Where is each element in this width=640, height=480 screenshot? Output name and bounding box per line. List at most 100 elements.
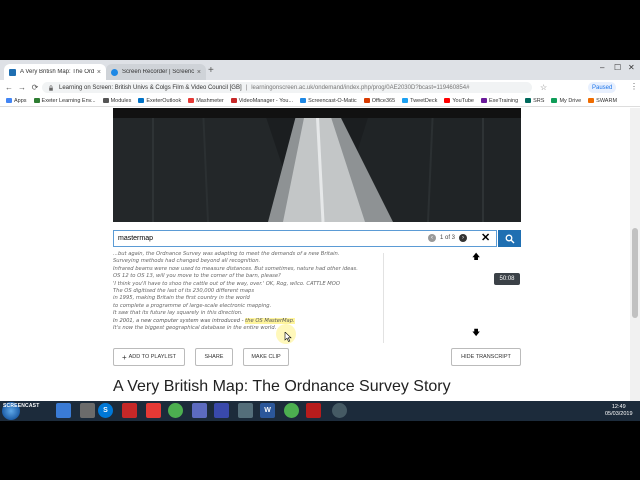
- bookmark-item[interactable]: YouTube: [444, 98, 474, 104]
- bookmark-label: ExeTraining: [488, 97, 519, 104]
- add-to-playlist-button[interactable]: + ADD TO PLAYLIST: [113, 348, 185, 366]
- scroll-up-icon[interactable]: 🡅: [472, 251, 480, 265]
- bookmark-item[interactable]: ExeterOutlook: [138, 98, 181, 104]
- chrome-open-taskbar-icon[interactable]: [284, 403, 299, 418]
- transcript-line[interactable]: In 2001, a new computer system was intro…: [113, 317, 383, 325]
- transcript-line[interactable]: It saw that its future lay squarely in t…: [113, 310, 383, 317]
- bookmark-item[interactable]: TweetDeck: [402, 98, 437, 104]
- bookmark-item[interactable]: Mashmeter: [188, 98, 224, 104]
- next-result-icon[interactable]: ›: [459, 234, 468, 242]
- make-clip-label: MAKE CLIP: [251, 354, 281, 360]
- search-result-counter: ‹ 1 of 3 ›: [428, 234, 468, 242]
- file-explorer-taskbar-icon[interactable]: [80, 403, 95, 418]
- bookmark-label: Office365: [371, 97, 396, 104]
- bookmark-item[interactable]: Screencast-O-Matic: [300, 98, 357, 104]
- bookmark-favicon-icon: [230, 98, 237, 103]
- bookmark-label: Screencast-O-Matic: [308, 97, 357, 104]
- tab-screencast[interactable]: Screen Recorder | Screencast-O-Matic ×: [106, 64, 206, 80]
- transcript-line[interactable]: 'I think you'll have to shoo the cattle …: [113, 281, 383, 288]
- transcript-line[interactable]: ...but again, the Ordnance Survey was ad…: [113, 251, 383, 258]
- transcript-line-text: Surveying methods had changed beyond all…: [113, 258, 261, 265]
- maximize-icon[interactable]: ☐: [614, 63, 621, 72]
- new-tab-icon[interactable]: +: [208, 66, 214, 76]
- transcript-line[interactable]: Surveying methods had changed beyond all…: [113, 258, 383, 265]
- transcript-line-text: The OS digitised the last of its 230,000…: [113, 288, 255, 295]
- app-taskbar-icon[interactable]: [332, 403, 347, 418]
- share-button[interactable]: SHARE: [195, 348, 233, 366]
- clear-search-icon[interactable]: ✕: [481, 231, 490, 244]
- system-clock[interactable]: 12:49 05/03/2019: [605, 404, 633, 418]
- bookmark-label: VideoManager - You...: [238, 97, 294, 104]
- transcript-line[interactable]: to complete a programme of large-scale e…: [113, 303, 383, 310]
- tab-title: A Very British Map: The Ordnance Survey …: [20, 69, 94, 75]
- clock-date: 05/03/2019: [605, 411, 633, 417]
- acrobat-open-taskbar-icon[interactable]: [306, 403, 321, 418]
- make-clip-button[interactable]: MAKE CLIP: [243, 348, 289, 366]
- reload-icon[interactable]: ⟳: [31, 83, 39, 92]
- bookmark-item[interactable]: Apps: [6, 98, 27, 104]
- bookmark-item[interactable]: ExeTraining: [480, 97, 519, 104]
- scrollbar-thumb[interactable]: [632, 228, 638, 318]
- acrobat-taskbar-icon[interactable]: [122, 403, 137, 418]
- transcript-line[interactable]: The OS digitised the last of its 230,000…: [113, 288, 383, 295]
- video-player[interactable]: [113, 108, 521, 222]
- transcript-line-text: OS 12 to OS 13, will you move to the cor…: [113, 273, 281, 280]
- app-taskbar-icon[interactable]: [214, 403, 229, 418]
- bookmark-label: YouTube: [452, 97, 474, 104]
- transcript-line-text: 'I think you'll have to shoo the cattle …: [113, 280, 340, 287]
- profile-paused-button[interactable]: Paused: [588, 82, 617, 93]
- bookmark-item[interactable]: Modules: [102, 98, 131, 104]
- app-taskbar-icon[interactable]: [146, 403, 161, 418]
- bookmark-favicon-icon: [480, 98, 487, 103]
- bookmark-item[interactable]: Exeter Learning Env...: [33, 97, 96, 104]
- forward-icon[interactable]: →: [18, 83, 26, 92]
- transcript-line[interactable]: Infrared beams were now used to measure …: [113, 266, 383, 273]
- bookmark-favicon-icon: [138, 98, 145, 103]
- screencast-label: SCREENCAST: [3, 403, 40, 409]
- bookmark-label: ExeterOutlook: [146, 97, 182, 104]
- back-icon[interactable]: ←: [5, 83, 13, 92]
- close-window-icon[interactable]: ✕: [628, 63, 635, 72]
- transcript-line-text: It's now the biggest geographical databa…: [113, 325, 277, 332]
- transcript-line[interactable]: It's now the biggest geographical databa…: [113, 325, 383, 332]
- close-tab-icon[interactable]: ×: [197, 69, 201, 76]
- bookmark-favicon-icon: [551, 98, 558, 103]
- bookmark-item[interactable]: SWARM: [588, 98, 617, 104]
- bookmark-item[interactable]: My Drive: [551, 98, 581, 104]
- menu-icon[interactable]: ⋮: [630, 82, 638, 91]
- scroll-down-icon[interactable]: 🡇: [472, 327, 480, 341]
- word-taskbar-icon[interactable]: W: [260, 403, 275, 418]
- bookmark-item[interactable]: VideoManager - You...: [230, 97, 294, 104]
- transcript-line[interactable]: OS 12 to OS 13, will you move to the cor…: [113, 273, 383, 280]
- clock-time: 12:49: [611, 404, 626, 410]
- url-separator: |: [245, 84, 248, 91]
- bookmark-favicon-icon: [525, 98, 532, 103]
- app-taskbar-icon[interactable]: [238, 403, 253, 418]
- search-button[interactable]: [498, 230, 521, 247]
- result-count: 1 of 3: [440, 235, 456, 241]
- skype-taskbar-icon[interactable]: S: [98, 403, 113, 418]
- browser-window: A Very British Map: The Ordnance Survey …: [0, 60, 640, 421]
- previous-result-icon[interactable]: ‹: [428, 234, 436, 242]
- transcript-line-text: to complete a programme of large-scale e…: [113, 302, 272, 309]
- bookmark-star-icon[interactable]: ☆: [540, 83, 547, 92]
- bookmark-label: My Drive: [559, 97, 582, 104]
- bookmark-item[interactable]: Office365: [363, 97, 396, 104]
- page-scrollbar[interactable]: [630, 108, 640, 421]
- bookmark-favicon-icon: [588, 98, 595, 103]
- minimize-icon[interactable]: –: [600, 63, 604, 72]
- video-frame: [113, 108, 521, 222]
- app-taskbar-icon[interactable]: [192, 403, 207, 418]
- bookmark-item[interactable]: SRS: [525, 98, 544, 104]
- chrome-taskbar-icon[interactable]: [168, 403, 183, 418]
- screencast-o-matic-taskbar-icon[interactable]: [56, 403, 71, 418]
- address-bar[interactable]: Learning on Screen: British Univs & Colg…: [42, 82, 532, 93]
- tab-active[interactable]: A Very British Map: The Ordnance Survey …: [4, 64, 106, 80]
- transcript-line[interactable]: in 1995, making Britain the first countr…: [113, 295, 383, 302]
- navigation-bar: ← → ⟳ Learning on Screen: British Univs …: [0, 80, 640, 95]
- bookmark-label: Exeter Learning Env...: [41, 97, 96, 104]
- close-tab-icon[interactable]: ×: [97, 69, 101, 76]
- hide-transcript-button[interactable]: HIDE TRANSCRIPT: [451, 348, 521, 366]
- timestamp-badge: 50:08: [494, 273, 520, 285]
- add-to-playlist-label: ADD TO PLAYLIST: [128, 354, 177, 360]
